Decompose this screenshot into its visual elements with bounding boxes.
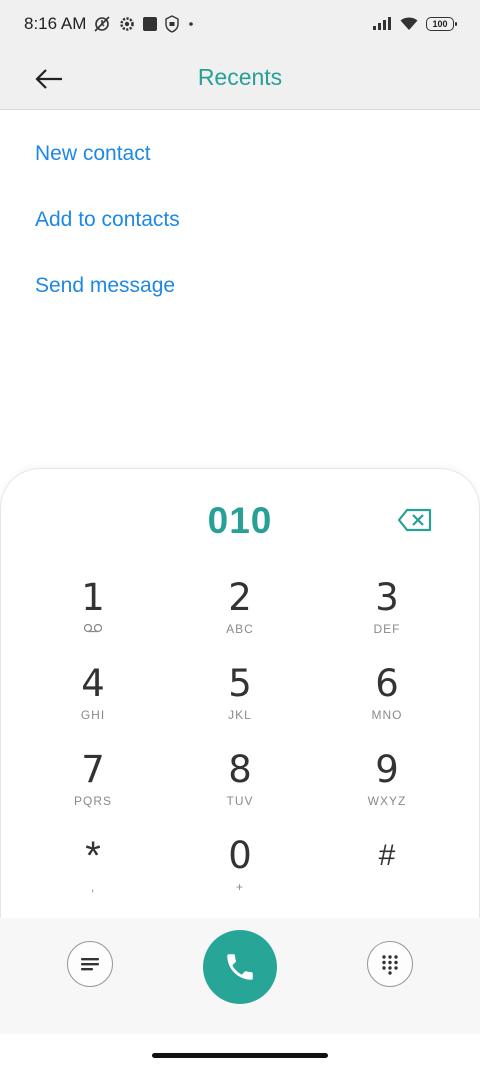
- key-digit: 8: [228, 748, 252, 791]
- key-letters: ABC: [226, 622, 254, 636]
- status-time: 8:16 AM: [24, 14, 87, 33]
- key-7[interactable]: 7 PQRS: [28, 748, 158, 828]
- app-bar: Recents: [0, 48, 480, 110]
- backspace-icon: [397, 508, 432, 532]
- send-message-link[interactable]: Send message: [35, 274, 175, 298]
- settings-icon: [118, 15, 136, 33]
- key-0[interactable]: 0 +: [175, 834, 305, 914]
- add-to-contacts-link[interactable]: Add to contacts: [35, 208, 180, 232]
- key-digit: 1: [81, 576, 105, 619]
- status-bar: 8:16 AM 100: [0, 0, 480, 48]
- key-star[interactable]: * ,: [28, 834, 158, 914]
- key-letters: GHI: [80, 708, 106, 722]
- key-letters: MNO: [371, 708, 403, 722]
- dialpad-icon: [382, 955, 398, 975]
- key-digit: 5: [228, 662, 252, 705]
- key-digit: 2: [228, 576, 252, 619]
- home-gesture-handle[interactable]: [152, 1053, 328, 1058]
- wifi-icon: [400, 17, 418, 31]
- key-hash[interactable]: #: [322, 834, 452, 914]
- new-contact-link[interactable]: New contact: [35, 142, 151, 166]
- key-digit: #: [378, 839, 396, 872]
- key-letters: WXYZ: [367, 794, 407, 808]
- dot-icon: [186, 19, 196, 29]
- key-6[interactable]: 6 MNO: [322, 662, 452, 742]
- shield-icon: [164, 15, 180, 33]
- key-digit: 0: [228, 834, 252, 877]
- key-4[interactable]: 4 GHI: [28, 662, 158, 742]
- key-letters: JKL: [228, 708, 252, 722]
- key-3[interactable]: 3 DEF: [322, 576, 452, 656]
- key-digit: 6: [375, 662, 399, 705]
- key-5[interactable]: 5 JKL: [175, 662, 305, 742]
- battery-icon: 100: [426, 17, 457, 31]
- key-digit: 9: [375, 748, 399, 791]
- key-letters: PQRS: [73, 794, 112, 808]
- key-digit: *: [85, 834, 101, 878]
- key-letters: +: [235, 880, 244, 894]
- dialpad-toggle-button[interactable]: [367, 941, 413, 987]
- key-digit: 4: [81, 662, 105, 705]
- key-letters: ,: [90, 880, 96, 894]
- key-letters: TUV: [226, 794, 254, 808]
- key-digit: 3: [375, 576, 399, 619]
- key-1[interactable]: 1: [28, 576, 158, 656]
- backspace-button[interactable]: [396, 506, 434, 534]
- key-2[interactable]: 2 ABC: [175, 576, 305, 656]
- square-icon: [142, 16, 158, 32]
- call-button[interactable]: [203, 930, 277, 1004]
- key-letters: DEF: [373, 622, 401, 636]
- menu-icon: [81, 958, 99, 971]
- gesture-bar: [0, 1034, 480, 1066]
- signal-icon: [372, 17, 392, 31]
- phone-icon: [227, 954, 253, 980]
- key-8[interactable]: 8 TUV: [175, 748, 305, 828]
- page-title: Recents: [197, 64, 283, 90]
- key-digit: 7: [81, 748, 105, 791]
- status-left: 8:16 AM: [24, 14, 196, 34]
- alarm-off-icon: [92, 14, 112, 34]
- voicemail-icon: [83, 622, 103, 638]
- key-9[interactable]: 9 WXYZ: [322, 748, 452, 828]
- status-right: 100: [372, 17, 457, 31]
- menu-button[interactable]: [67, 941, 113, 987]
